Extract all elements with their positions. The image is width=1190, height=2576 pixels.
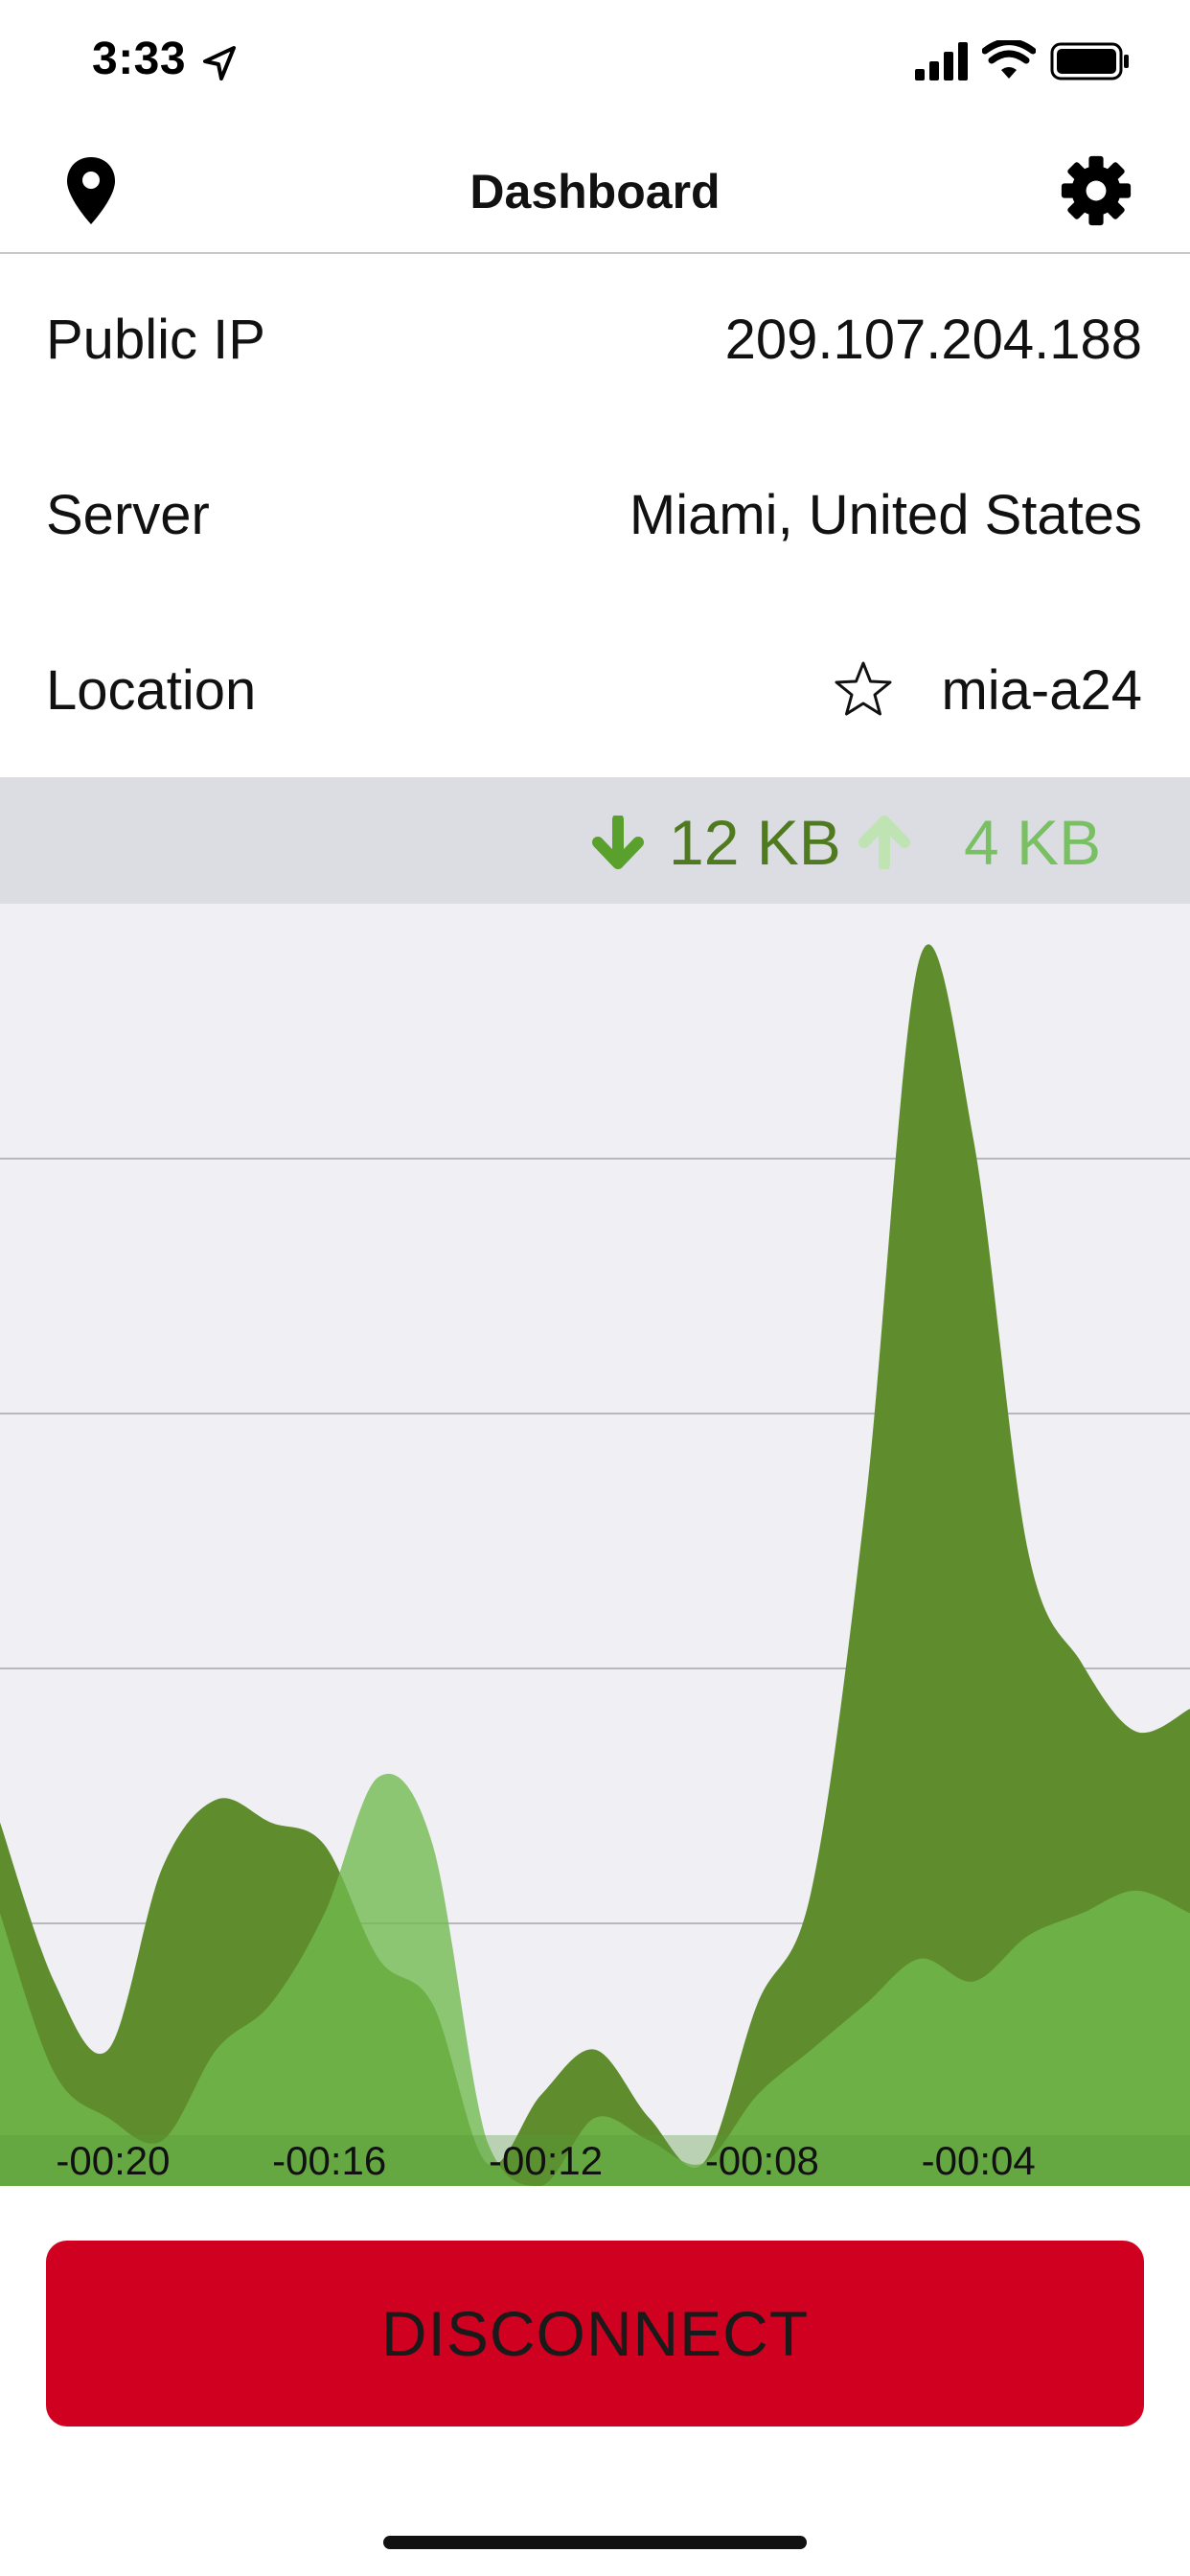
upload-arrow-icon [858,816,910,869]
gear-icon [1061,155,1132,226]
page-title: Dashboard [469,165,721,218]
wifi-icon [982,40,1036,79]
location-arrow-icon [203,46,236,80]
traffic-summary-bar: 12 KB 4 KB [0,777,1190,904]
server-value: Miami, United States [629,483,1142,546]
x-tick-label: -00:12 [489,2138,603,2183]
x-tick-label: -00:16 [272,2138,386,2183]
public-ip-row: Public IP 209.107.204.188 [46,282,1142,397]
x-tick-label: -00:20 [56,2138,170,2183]
server-row[interactable]: Server Miami, United States [46,457,1142,572]
location-value: mia-a24 [941,658,1142,722]
nav-bar: Dashboard [0,129,1190,254]
favorite-star-icon[interactable] [832,658,895,722]
x-tick-label: -00:04 [922,2138,1036,2183]
traffic-chart: -00:20 -00:16 -00:12 -00:08 -00:04 [0,904,1190,2186]
download-total: 12 KB [669,807,841,878]
status-bar: 3:33 [0,0,1190,129]
battery-icon [1050,42,1129,80]
settings-button[interactable] [1056,150,1136,231]
public-ip-label: Public IP [46,308,265,371]
x-tick-label: -00:08 [705,2138,819,2183]
server-label: Server [46,483,210,546]
traffic-chart-svg: -00:20 -00:16 -00:12 -00:08 -00:04 [0,944,1190,2186]
location-value-group: mia-a24 [832,658,1142,723]
disconnect-button[interactable]: DISCONNECT [46,2241,1144,2426]
status-time: 3:33 [92,34,187,84]
public-ip-value: 209.107.204.188 [724,308,1142,371]
cellular-signal-icon [915,42,968,80]
location-label: Location [46,658,257,722]
upload-total: 4 KB [964,807,1102,878]
download-arrow-icon [592,816,644,869]
location-row[interactable]: Location mia-a24 [46,632,1142,748]
home-indicator [383,2536,807,2549]
